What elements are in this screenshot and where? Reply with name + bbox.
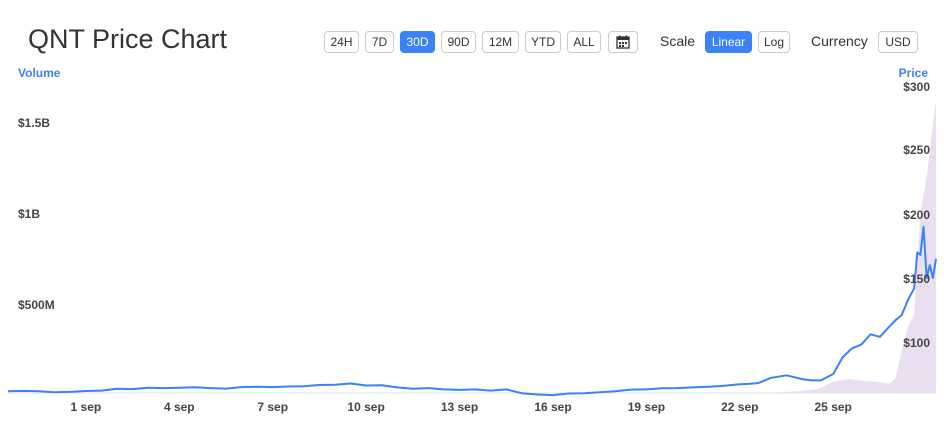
x-tick-label: 7 sep <box>257 400 289 414</box>
x-tick-label: 16 sep <box>534 400 572 414</box>
x-tick-label: 13 sep <box>440 400 479 414</box>
price-tick-label: $150 <box>903 272 930 286</box>
x-tick-label: 4 sep <box>163 400 195 414</box>
x-tick-label: 25 sep <box>814 400 852 414</box>
x-tick-label: 19 sep <box>627 400 666 414</box>
price-line <box>7 225 937 397</box>
volume-area <box>8 100 936 393</box>
x-tick-label: 1 sep <box>70 400 102 414</box>
price-tick-label: $300 <box>903 80 930 94</box>
x-tick-label: 22 sep <box>721 400 759 414</box>
price-tick-label: $200 <box>903 208 930 222</box>
price-chart-plot <box>7 100 937 397</box>
x-tick-label: 10 sep <box>347 400 385 414</box>
price-tick-label: $100 <box>903 336 930 350</box>
price-tick-label: $250 <box>903 143 930 157</box>
